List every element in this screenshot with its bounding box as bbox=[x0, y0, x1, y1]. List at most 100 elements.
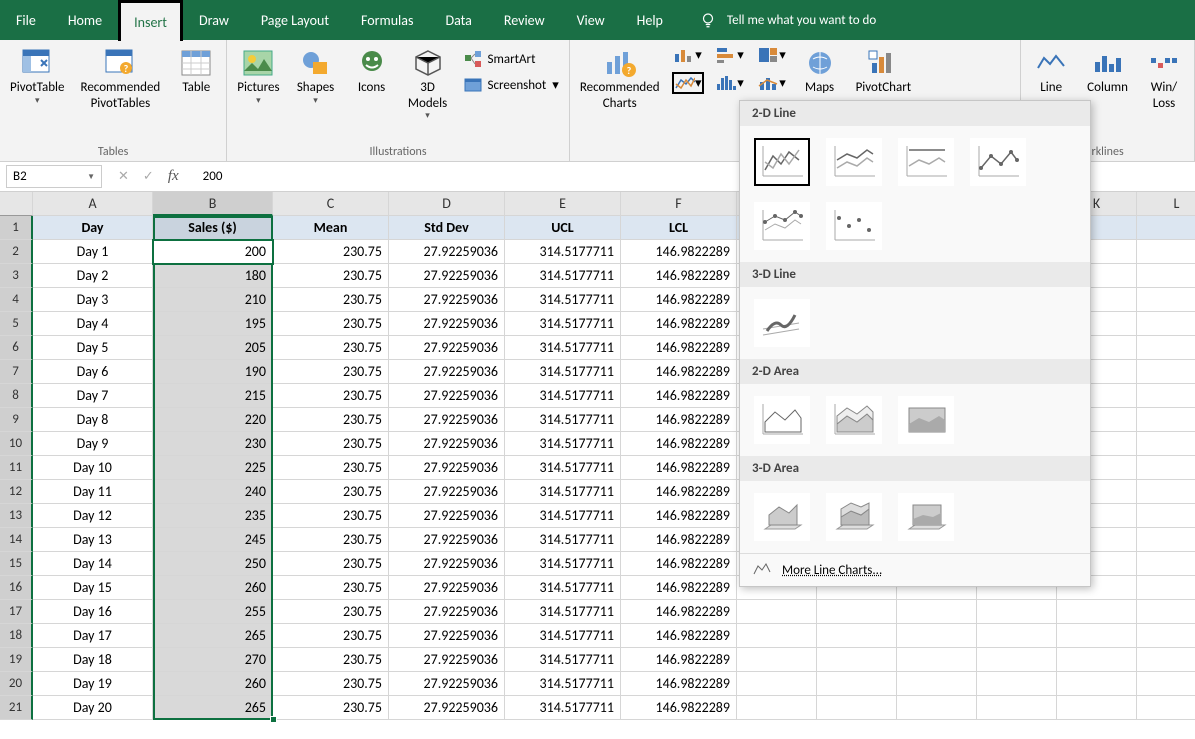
column-chart-dropdown[interactable]: ▾ bbox=[672, 44, 704, 66]
row-header-4[interactable]: 4 bbox=[0, 288, 33, 312]
cell-A16[interactable]: Day 15 bbox=[33, 576, 153, 600]
col-header-C[interactable]: C bbox=[273, 192, 389, 216]
cell-B6[interactable]: 205 bbox=[153, 336, 273, 360]
chart-type-3d-line[interactable] bbox=[754, 299, 810, 347]
recommended-pivottables-button[interactable]: ? Recommended PivotTables bbox=[77, 44, 165, 113]
row-header-17[interactable]: 17 bbox=[0, 600, 33, 624]
cell-A7[interactable]: Day 6 bbox=[33, 360, 153, 384]
cell-G21[interactable] bbox=[737, 696, 817, 720]
cell-F19[interactable]: 146.9822289 bbox=[621, 648, 737, 672]
cell-B17[interactable]: 255 bbox=[153, 600, 273, 624]
cell-D7[interactable]: 27.92259036 bbox=[389, 360, 505, 384]
cell-H17[interactable] bbox=[817, 600, 897, 624]
cell-B16[interactable]: 260 bbox=[153, 576, 273, 600]
cell-F3[interactable]: 146.9822289 bbox=[621, 264, 737, 288]
recommended-charts-button[interactable]: ? Recommended Charts bbox=[576, 44, 664, 113]
chart-type-stacked-line-markers[interactable] bbox=[754, 202, 810, 250]
cell-L13[interactable] bbox=[1137, 504, 1195, 528]
cell-B15[interactable]: 250 bbox=[153, 552, 273, 576]
cell-L3[interactable] bbox=[1137, 264, 1195, 288]
cell-C15[interactable]: 230.75 bbox=[273, 552, 389, 576]
cell-F1[interactable]: LCL bbox=[621, 216, 737, 240]
cell-L4[interactable] bbox=[1137, 288, 1195, 312]
cell-B2[interactable]: 200 bbox=[153, 240, 273, 264]
more-line-charts[interactable]: More Line Charts... bbox=[740, 553, 1090, 586]
cell-J21[interactable] bbox=[977, 696, 1057, 720]
chart-type-line[interactable] bbox=[754, 138, 810, 186]
tab-home[interactable]: Home bbox=[52, 0, 118, 40]
cell-L10[interactable] bbox=[1137, 432, 1195, 456]
cell-L2[interactable] bbox=[1137, 240, 1195, 264]
cell-D11[interactable]: 27.92259036 bbox=[389, 456, 505, 480]
row-header-15[interactable]: 15 bbox=[0, 552, 33, 576]
cell-H19[interactable] bbox=[817, 648, 897, 672]
cell-I20[interactable] bbox=[897, 672, 977, 696]
chart-type-area[interactable] bbox=[754, 396, 810, 444]
col-header-E[interactable]: E bbox=[505, 192, 621, 216]
cell-L6[interactable] bbox=[1137, 336, 1195, 360]
cell-C6[interactable]: 230.75 bbox=[273, 336, 389, 360]
cell-A18[interactable]: Day 17 bbox=[33, 624, 153, 648]
cell-C12[interactable]: 230.75 bbox=[273, 480, 389, 504]
select-all-corner[interactable] bbox=[0, 192, 33, 216]
cell-D20[interactable]: 27.92259036 bbox=[389, 672, 505, 696]
cell-D2[interactable]: 27.92259036 bbox=[389, 240, 505, 264]
sparkline-line-button[interactable]: Line bbox=[1027, 44, 1075, 98]
cell-G18[interactable] bbox=[737, 624, 817, 648]
row-header-7[interactable]: 7 bbox=[0, 360, 33, 384]
tab-help[interactable]: Help bbox=[621, 0, 679, 40]
col-header-L[interactable]: L bbox=[1137, 192, 1195, 216]
cell-H18[interactable] bbox=[817, 624, 897, 648]
cell-G20[interactable] bbox=[737, 672, 817, 696]
cell-D6[interactable]: 27.92259036 bbox=[389, 336, 505, 360]
col-header-A[interactable]: A bbox=[33, 192, 153, 216]
row-header-21[interactable]: 21 bbox=[0, 696, 33, 720]
cell-E17[interactable]: 314.5177711 bbox=[505, 600, 621, 624]
chart-type-stacked-line[interactable] bbox=[826, 138, 882, 186]
cell-A5[interactable]: Day 4 bbox=[33, 312, 153, 336]
cell-E16[interactable]: 314.5177711 bbox=[505, 576, 621, 600]
cell-B18[interactable]: 265 bbox=[153, 624, 273, 648]
cell-C5[interactable]: 230.75 bbox=[273, 312, 389, 336]
cell-A8[interactable]: Day 7 bbox=[33, 384, 153, 408]
name-box[interactable]: B2 ▼ bbox=[6, 165, 102, 188]
cell-E12[interactable]: 314.5177711 bbox=[505, 480, 621, 504]
cell-E8[interactable]: 314.5177711 bbox=[505, 384, 621, 408]
chart-type-3d-100stacked-area[interactable] bbox=[898, 493, 954, 541]
cell-E20[interactable]: 314.5177711 bbox=[505, 672, 621, 696]
bar-chart-dropdown[interactable]: ▾ bbox=[714, 44, 746, 66]
row-header-2[interactable]: 2 bbox=[0, 240, 33, 264]
cell-F17[interactable]: 146.9822289 bbox=[621, 600, 737, 624]
smartart-button[interactable]: SmartArt bbox=[460, 48, 563, 70]
cell-D10[interactable]: 27.92259036 bbox=[389, 432, 505, 456]
sparkline-winloss-button[interactable]: Win/ Loss bbox=[1140, 44, 1188, 113]
row-header-20[interactable]: 20 bbox=[0, 672, 33, 696]
chart-type-3d-area[interactable] bbox=[754, 493, 810, 541]
icons-button[interactable]: Icons bbox=[348, 44, 396, 98]
cell-D9[interactable]: 27.92259036 bbox=[389, 408, 505, 432]
cell-A10[interactable]: Day 9 bbox=[33, 432, 153, 456]
cell-F7[interactable]: 146.9822289 bbox=[621, 360, 737, 384]
cell-G17[interactable] bbox=[737, 600, 817, 624]
cell-D5[interactable]: 27.92259036 bbox=[389, 312, 505, 336]
cell-F14[interactable]: 146.9822289 bbox=[621, 528, 737, 552]
cell-K20[interactable] bbox=[1057, 672, 1137, 696]
cell-B20[interactable]: 260 bbox=[153, 672, 273, 696]
chart-type-100stacked-line[interactable] bbox=[898, 138, 954, 186]
cell-J17[interactable] bbox=[977, 600, 1057, 624]
row-header-3[interactable]: 3 bbox=[0, 264, 33, 288]
cell-A9[interactable]: Day 8 bbox=[33, 408, 153, 432]
cell-L19[interactable] bbox=[1137, 648, 1195, 672]
cell-L14[interactable] bbox=[1137, 528, 1195, 552]
cell-A20[interactable]: Day 19 bbox=[33, 672, 153, 696]
tab-formulas[interactable]: Formulas bbox=[345, 0, 429, 40]
cell-E14[interactable]: 314.5177711 bbox=[505, 528, 621, 552]
cell-E3[interactable]: 314.5177711 bbox=[505, 264, 621, 288]
cell-F9[interactable]: 146.9822289 bbox=[621, 408, 737, 432]
cell-L18[interactable] bbox=[1137, 624, 1195, 648]
tab-file[interactable]: File bbox=[0, 0, 52, 40]
chart-type-line-markers[interactable] bbox=[970, 138, 1026, 186]
cell-B8[interactable]: 215 bbox=[153, 384, 273, 408]
cell-D16[interactable]: 27.92259036 bbox=[389, 576, 505, 600]
screenshot-button[interactable]: Screenshot ▾ bbox=[460, 74, 563, 96]
